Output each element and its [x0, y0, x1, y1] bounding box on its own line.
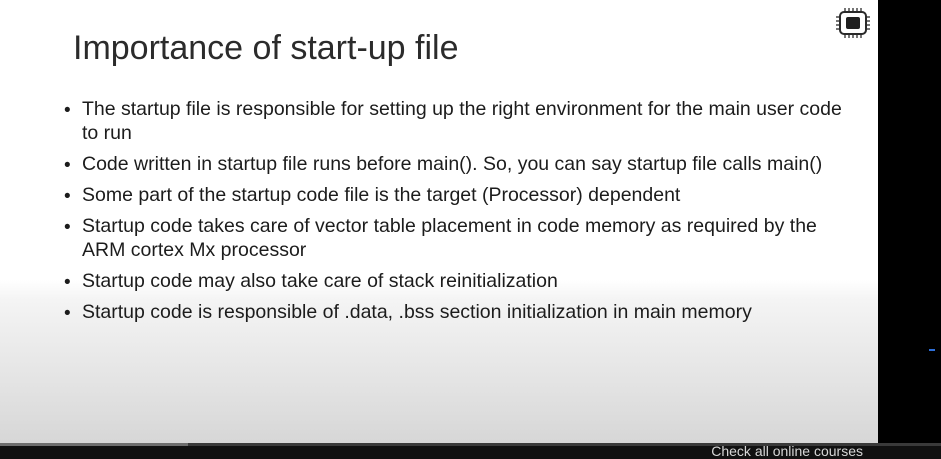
check-courses-link[interactable]: Check all online courses [711, 443, 863, 459]
bullet-marker: • [64, 155, 71, 176]
bullet-marker: • [64, 272, 71, 293]
bullet-item: • Startup code takes care of vector tabl… [64, 214, 854, 262]
side-marker [929, 349, 935, 351]
presentation-slide: Importance of start-up file • The startu… [0, 0, 878, 446]
bullet-item: • Some part of the startup code file is … [64, 183, 854, 207]
bullet-text: Startup code may also take care of stack… [82, 270, 558, 292]
bullet-marker: • [64, 186, 71, 207]
bullet-list: • The startup file is responsible for se… [64, 97, 854, 331]
video-player[interactable]: Importance of start-up file • The startu… [0, 0, 941, 459]
bullet-text: Startup code takes care of vector table … [82, 215, 817, 261]
bullet-text: Startup code is responsible of .data, .b… [82, 301, 752, 323]
bullet-marker: • [64, 303, 71, 324]
bullet-text: Code written in startup file runs before… [82, 153, 823, 175]
bullet-marker: • [64, 217, 71, 238]
microchip-icon [830, 4, 874, 42]
bullet-item: • The startup file is responsible for se… [64, 97, 854, 145]
bullet-text: Some part of the startup code file is th… [82, 184, 681, 206]
bullet-marker: • [64, 100, 71, 121]
slide-title: Importance of start-up file [73, 29, 459, 67]
bullet-item: • Startup code is responsible of .data, … [64, 300, 854, 324]
bullet-item: • Startup code may also take care of sta… [64, 269, 854, 293]
bullet-item: • Code written in startup file runs befo… [64, 152, 854, 176]
progress-bar-fill [0, 443, 189, 446]
bullet-text: The startup file is responsible for sett… [82, 98, 842, 144]
